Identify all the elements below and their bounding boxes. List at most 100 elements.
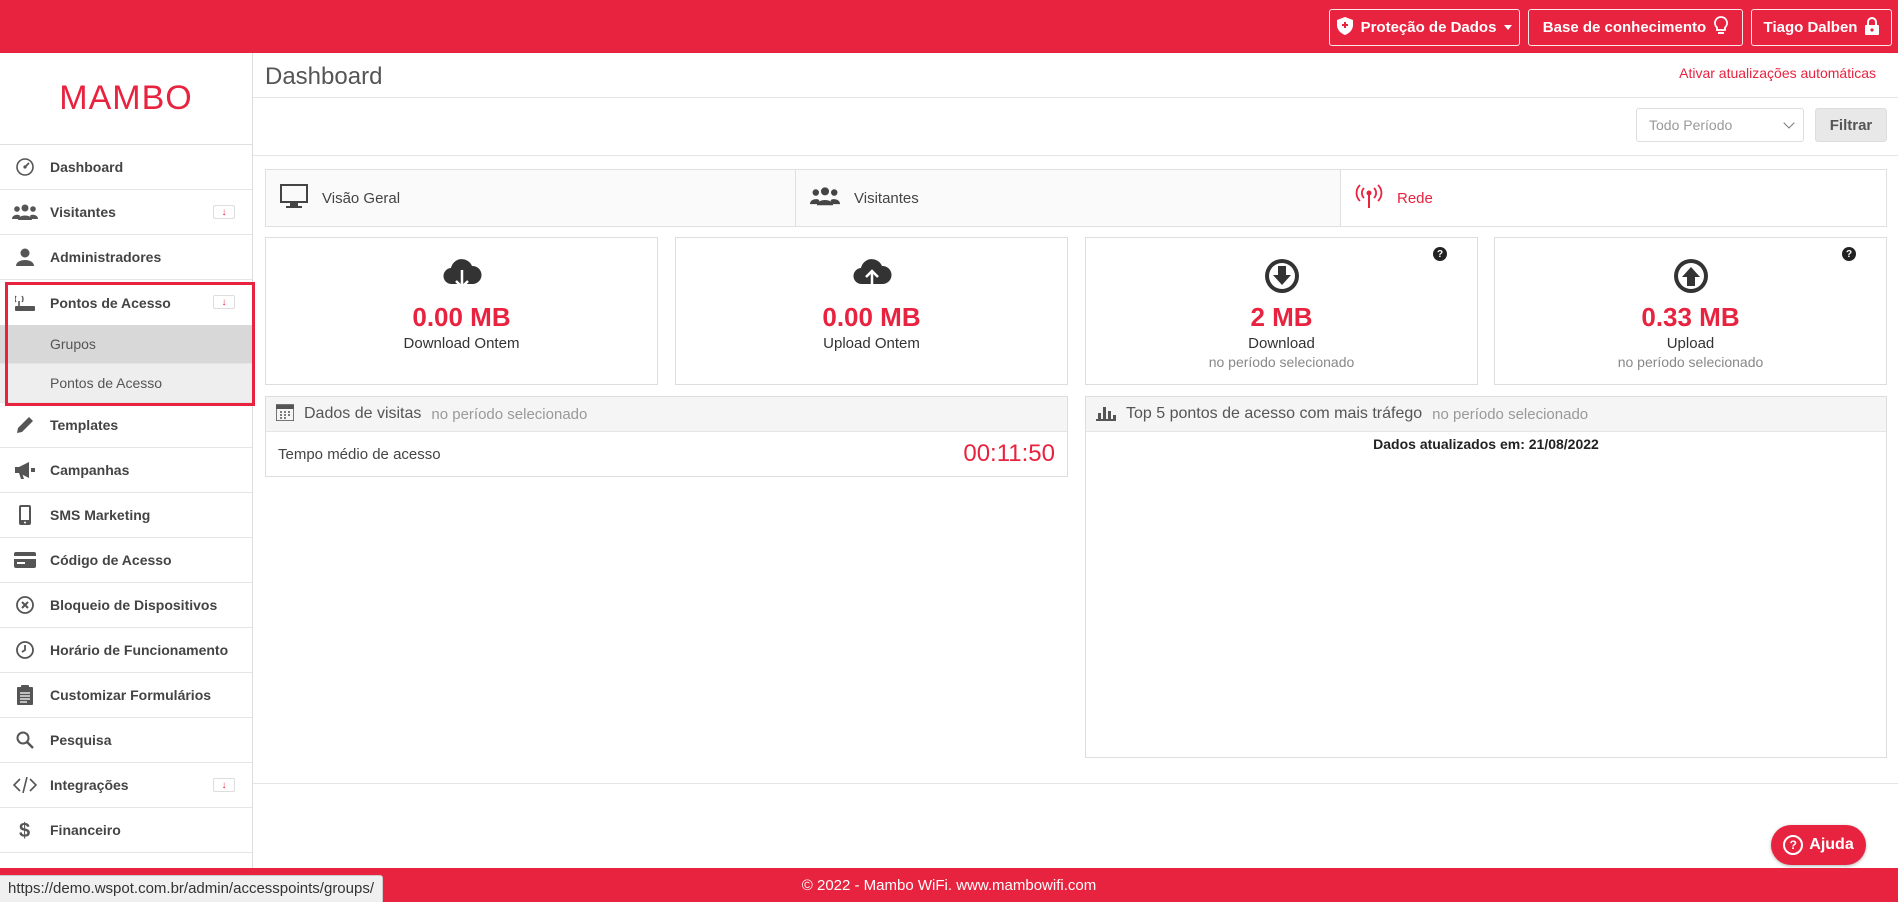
dollar-icon: $ — [0, 820, 50, 840]
filter-bar: Todo Período Filtrar — [253, 98, 1898, 156]
sidebar-item-dashboard[interactable]: Dashboard — [0, 145, 252, 190]
sidebar-item-label: Financeiro — [50, 822, 121, 838]
sidebar-item-label: Templates — [50, 417, 119, 433]
dashboard-tabs: Visão Geral Visitantes Rede — [265, 169, 1887, 227]
sidebar-item-campanhas[interactable]: Campanhas — [0, 448, 252, 493]
user-name: Tiago Dalben — [1763, 19, 1858, 36]
circle-arrow-down-icon — [1086, 258, 1477, 298]
visits-panel-period: no período selecionado — [431, 405, 588, 423]
traffic-panel-title: Top 5 pontos de acesso com mais tráfego — [1126, 405, 1423, 422]
sidebar-item-label: SMS Marketing — [50, 507, 151, 523]
help-icon[interactable]: ? — [1433, 247, 1447, 261]
expand-arrow-icon[interactable]: ↓ — [213, 295, 235, 309]
sidebar-item-horario-de-funcionamento[interactable]: Horário de Funcionamento — [0, 628, 252, 673]
page-header: Dashboard Ativar atualizações automática… — [253, 53, 1898, 98]
router-icon — [0, 293, 50, 313]
shield-icon — [1336, 16, 1353, 39]
avg-access-time-value: 00:11:50 — [963, 440, 1055, 467]
browser-status-bar: https://demo.wspot.com.br/admin/accesspo… — [0, 875, 384, 902]
sidebar-item-visitantes[interactable]: Visitantes ↓ — [0, 190, 252, 235]
stat-caption: Upload — [1666, 335, 1715, 352]
sidebar-item-label: Pontos de Acesso — [50, 294, 171, 311]
sidebar-item-financeiro[interactable]: $ Financeiro — [0, 808, 252, 853]
monitor-icon — [280, 184, 308, 212]
sidebar-item-templates[interactable]: Templates — [0, 403, 252, 448]
phone-icon — [0, 505, 50, 525]
bar-chart-icon — [1096, 403, 1116, 426]
privacy-button[interactable]: Proteção de Dados — [1329, 9, 1520, 46]
expand-arrow-icon[interactable]: ↓ — [213, 205, 235, 219]
knowledge-base-label: Base de conhecimento — [1542, 19, 1707, 36]
visits-panel-title: Dados de visitas — [304, 405, 422, 422]
card-icon — [0, 552, 50, 568]
users-icon — [810, 186, 840, 210]
sidebar-item-customizar-formularios[interactable]: Customizar Formulários — [0, 673, 252, 718]
tab-label: Visitantes — [854, 189, 919, 207]
tab-label: Rede — [1397, 189, 1433, 207]
stat-value: 0.33 MB — [1641, 302, 1740, 332]
sidebar: MAMBO Dashboard Visitantes ↓ Administrad… — [0, 53, 253, 868]
tab-visitantes[interactable]: Visitantes — [796, 170, 1341, 226]
expand-arrow-icon[interactable]: ↓ — [213, 778, 235, 792]
tab-rede[interactable]: Rede — [1341, 170, 1886, 226]
help-icon[interactable]: ? — [1842, 247, 1856, 261]
antenna-icon — [1355, 184, 1383, 212]
data-updated-text: Dados atualizados em: 21/08/2022 — [1373, 436, 1599, 452]
lightbulb-icon — [1714, 15, 1729, 40]
sidebar-item-pontos-de-acesso[interactable]: Pontos de Acesso ↓ — [0, 280, 252, 325]
stat-card-upload-period: ? 0.33 MB Upload no período selecionado — [1494, 237, 1887, 385]
filter-button[interactable]: Filtrar — [1815, 108, 1887, 142]
stat-value: 0.00 MB — [822, 302, 921, 332]
stat-subcaption: no período selecionado — [1617, 354, 1764, 370]
tab-label: Visão Geral — [322, 189, 401, 207]
traffic-panel-period: no período selecionado — [1432, 405, 1589, 423]
sidebar-item-sms-marketing[interactable]: SMS Marketing — [0, 493, 252, 538]
sidebar-item-label: Integrações — [50, 777, 129, 793]
cloud-upload-icon — [676, 258, 1067, 298]
chevron-down-icon — [1504, 25, 1513, 30]
sidebar-item-bloqueio-de-dispositivos[interactable]: Bloqueio de Dispositivos — [0, 583, 252, 628]
user-menu-button[interactable]: Tiago Dalben — [1751, 9, 1892, 46]
circle-arrow-up-icon — [1495, 258, 1886, 298]
clipboard-icon — [0, 685, 50, 705]
cloud-download-icon — [266, 258, 657, 298]
sidebar-item-label: Pesquisa — [50, 732, 112, 748]
sidebar-subitem-grupos[interactable]: Grupos — [0, 325, 252, 364]
footer-text: © 2022 - Mambo WiFi. www.mambowifi.com — [801, 876, 1097, 894]
auto-update-link[interactable]: Ativar atualizações automáticas — [1679, 65, 1876, 81]
stat-card-download-yesterday: 0.00 MB Download Ontem — [265, 237, 658, 385]
knowledge-base-button[interactable]: Base de conhecimento — [1528, 9, 1743, 46]
pencil-icon — [0, 416, 50, 434]
sidebar-subitem-pontos-de-acesso[interactable]: Pontos de Acesso — [0, 364, 252, 403]
logo[interactable]: MAMBO — [0, 53, 252, 145]
clock-icon — [0, 641, 50, 659]
help-button-label: Ajuda — [1809, 836, 1854, 853]
sidebar-item-pesquisa[interactable]: Pesquisa — [0, 718, 252, 763]
help-button[interactable]: ? Ajuda — [1771, 825, 1866, 865]
sidebar-item-codigo-de-acesso[interactable]: Código de Acesso — [0, 538, 252, 583]
tab-visao-geral[interactable]: Visão Geral — [266, 170, 796, 226]
page-title: Dashboard — [265, 63, 383, 90]
stat-caption: Download — [1248, 335, 1315, 352]
sidebar-item-label: Campanhas — [50, 462, 130, 478]
avg-access-time-row: Tempo médio de acesso 00:11:50 — [266, 432, 1067, 476]
privacy-label: Proteção de Dados — [1360, 19, 1497, 36]
avg-access-time-label: Tempo médio de acesso — [278, 445, 441, 463]
status-url: https://demo.wspot.com.br/admin/accesspo… — [8, 880, 375, 897]
calendar-icon — [275, 403, 295, 426]
logo-text: MAMBO — [59, 79, 193, 117]
sidebar-item-label: Customizar Formulários — [50, 687, 212, 703]
code-icon — [0, 777, 50, 793]
sidebar-item-integracoes[interactable]: Integrações ↓ — [0, 763, 252, 808]
stat-card-upload-yesterday: 0.00 MB Upload Ontem — [675, 237, 1068, 385]
stat-subcaption: no período selecionado — [1208, 354, 1355, 370]
sidebar-item-administradores[interactable]: Administradores — [0, 235, 252, 280]
visits-panel: Dados de visitas no período selecionado … — [265, 396, 1068, 477]
sidebar-item-label: Administradores — [50, 249, 162, 265]
stat-caption: Download Ontem — [403, 335, 520, 352]
question-icon: ? — [1783, 835, 1804, 855]
traffic-panel-header: Top 5 pontos de acesso com mais tráfego … — [1086, 397, 1886, 432]
stat-value: 2 MB — [1250, 302, 1313, 332]
top-bar: Proteção de Dados Base de conhecimento T… — [0, 0, 1898, 53]
period-select[interactable]: Todo Período — [1636, 108, 1804, 142]
